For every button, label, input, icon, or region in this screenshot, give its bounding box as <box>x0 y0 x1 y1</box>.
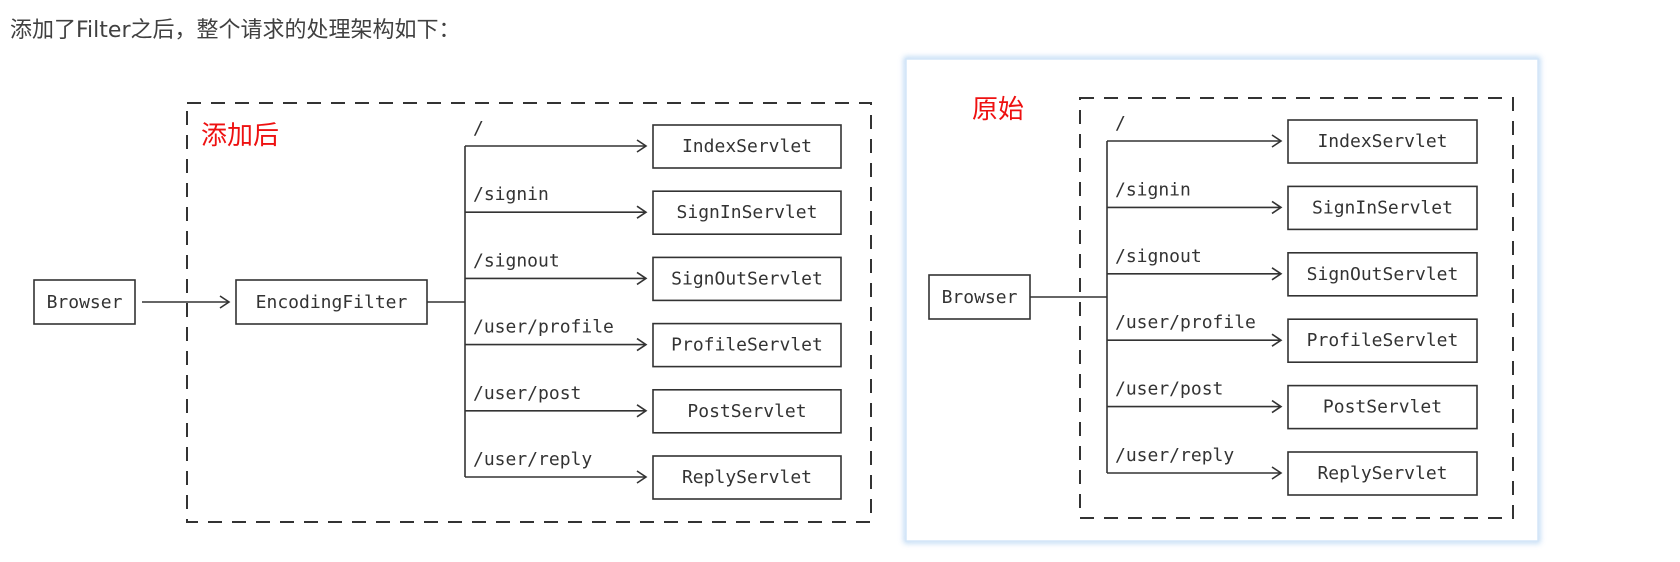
left-route-5: /user/reply ReplyServlet <box>465 449 842 500</box>
right-route-path: /user/profile <box>1115 312 1256 333</box>
left-route-path: / <box>473 118 484 139</box>
left-route-path: /user/post <box>473 383 581 404</box>
left-diagram: 添加后 Browser EncodingFilter / IndexServlet… <box>33 102 872 523</box>
right-servlet-label: ProfileServlet <box>1307 330 1459 351</box>
left-servlet-label: SignOutServlet <box>671 268 823 289</box>
left-route-4: /user/post PostServlet <box>465 383 842 434</box>
right-route-path: /user/reply <box>1115 445 1234 466</box>
encoding-filter-label: EncodingFilter <box>256 292 408 313</box>
left-route-3: /user/profile ProfileServlet <box>465 317 842 368</box>
left-route-path: /signout <box>473 250 560 271</box>
left-route-2: /signout SignOutServlet <box>465 250 842 302</box>
architecture-diagram: 添加后 Browser EncodingFilter / IndexServlet… <box>33 57 1540 543</box>
left-servlet-label: IndexServlet <box>682 136 812 157</box>
right-browser-label: Browser <box>942 287 1018 308</box>
right-route-path: /signout <box>1115 246 1202 267</box>
right-servlet-label: ReplyServlet <box>1317 463 1447 484</box>
left-routes: / IndexServlet/signin SignInServlet/signou… <box>465 118 842 500</box>
right-servlet-label: SignOutServlet <box>1307 264 1459 285</box>
left-route-1: /signin SignInServlet <box>465 184 842 235</box>
right-label: 原始 <box>972 95 1024 125</box>
right-route-path: /signin <box>1115 179 1191 200</box>
right-servlet-label: IndexServlet <box>1317 131 1447 152</box>
left-route-path: /user/profile <box>473 317 614 338</box>
left-servlet-label: ReplyServlet <box>682 467 812 488</box>
left-route-path: /signin <box>473 184 549 205</box>
left-servlet-label: PostServlet <box>687 401 806 422</box>
right-route-path: /user/post <box>1115 379 1223 400</box>
left-servlet-label: SignInServlet <box>677 202 818 223</box>
left-route-0: / IndexServlet <box>465 118 842 169</box>
right-servlet-label: SignInServlet <box>1312 197 1453 218</box>
right-servlet-label: PostServlet <box>1323 397 1442 418</box>
left-route-path: /user/reply <box>473 449 592 470</box>
left-browser-label: Browser <box>47 292 123 313</box>
left-label: 添加后 <box>201 121 279 151</box>
right-route-path: / <box>1115 113 1126 134</box>
left-servlet-label: ProfileServlet <box>671 335 823 356</box>
